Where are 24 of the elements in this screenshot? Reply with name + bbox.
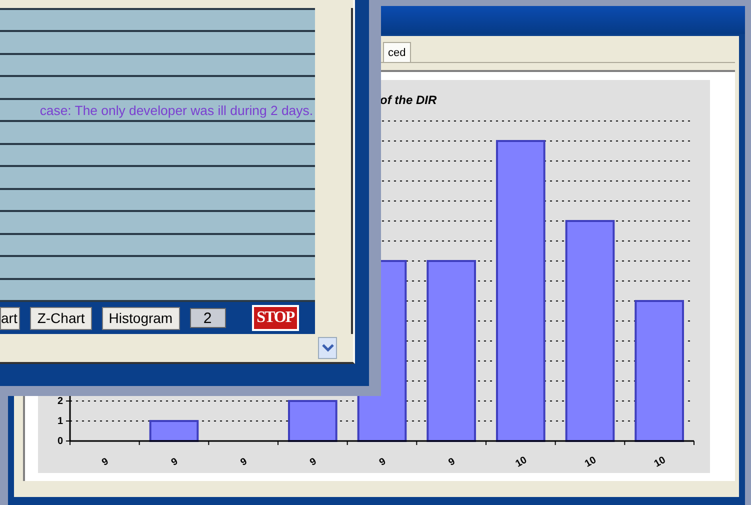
y-tick-label: 0 — [57, 436, 63, 447]
number-field[interactable]: 2 — [190, 308, 226, 328]
x-tick-label: 10 — [652, 454, 668, 470]
x-tick-label: 10 — [514, 454, 529, 470]
note-text: case: The only developer was ill during 2 days. — [40, 102, 314, 118]
toolbar-button[interactable]: Z-Chart — [30, 306, 92, 330]
x-tick-label: 9 — [238, 456, 250, 468]
x-tick-label: 9 — [308, 456, 319, 468]
chevron-down-icon — [322, 344, 334, 352]
chart-title: of the DIR — [380, 93, 437, 107]
x-tick-label: 10 — [583, 454, 598, 470]
x-tick-label: 9 — [100, 456, 111, 468]
x-tick-label: 9 — [378, 456, 388, 468]
y-tick-label: 2 — [57, 396, 63, 407]
bar — [149, 420, 199, 442]
x-tick-label: 9 — [446, 456, 458, 468]
x-tick-label: 9 — [170, 456, 180, 468]
stop-button[interactable]: STOP — [252, 305, 300, 331]
toolbar-button[interactable]: art — [0, 306, 20, 330]
y-tick-label: 1 — [57, 416, 63, 427]
tab[interactable]: ced — [383, 42, 411, 62]
toolbar-button[interactable]: Histogram — [102, 306, 180, 330]
chevron-button[interactable] — [318, 337, 337, 359]
bar — [288, 400, 338, 442]
